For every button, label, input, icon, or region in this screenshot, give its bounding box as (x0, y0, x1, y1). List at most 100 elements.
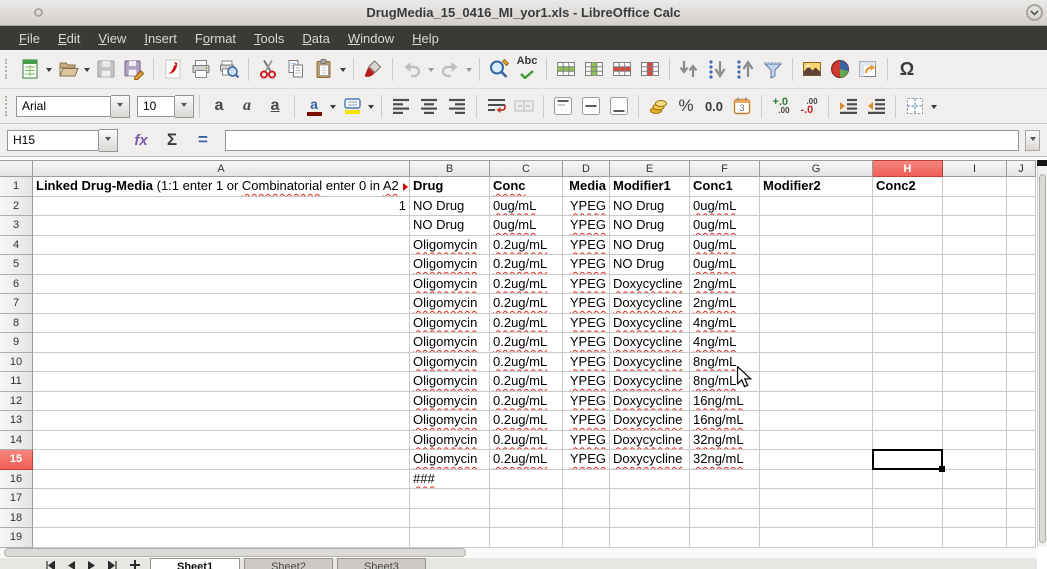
align-left-button[interactable] (387, 91, 415, 121)
cell-J6[interactable] (1007, 275, 1036, 295)
column-header-D[interactable]: D (563, 160, 610, 177)
cell-J5[interactable] (1007, 255, 1036, 275)
cell-F4[interactable]: 0ug/mL (690, 236, 760, 256)
cell-C14[interactable]: 0.2ug/mL (490, 431, 563, 451)
row-header-5[interactable]: 5 (0, 255, 33, 275)
percent-format-button[interactable]: % (672, 91, 700, 121)
tab-sheet1[interactable]: Sheet1 (150, 558, 240, 569)
font-size-input[interactable] (137, 96, 175, 117)
cell-G7[interactable] (760, 294, 873, 314)
next-sheet-button[interactable] (88, 561, 95, 569)
cell-D9[interactable]: YPEG (563, 333, 610, 353)
save-button[interactable] (92, 54, 120, 84)
find-replace-button[interactable] (485, 54, 513, 84)
cell-G2[interactable] (760, 197, 873, 217)
menu-format[interactable]: Format (186, 28, 245, 49)
cell-B2[interactable]: NO Drug (410, 197, 490, 217)
currency-format-button[interactable] (644, 91, 672, 121)
function-wizard-button[interactable]: fx (127, 125, 155, 155)
cell-D11[interactable]: YPEG (563, 372, 610, 392)
clone-formatting-button[interactable] (359, 54, 387, 84)
cell-G12[interactable] (760, 392, 873, 412)
cell-C16[interactable] (490, 470, 563, 490)
align-top-button[interactable] (549, 91, 577, 121)
cell-C13[interactable]: 0.2ug/mL (490, 411, 563, 431)
cell-E8[interactable]: Doxycycline (610, 314, 690, 334)
row-header-11[interactable]: 11 (0, 372, 33, 392)
menu-data[interactable]: Data (293, 28, 338, 49)
cell-G17[interactable] (760, 489, 873, 509)
delete-row-button[interactable] (608, 54, 636, 84)
cell-B3[interactable]: NO Drug (410, 216, 490, 236)
redo-button[interactable] (436, 54, 464, 84)
merge-cells-button[interactable] (510, 91, 538, 121)
cell-H12[interactable] (873, 392, 943, 412)
cell-C8[interactable]: 0.2ug/mL (490, 314, 563, 334)
cell-A17[interactable] (33, 489, 410, 509)
cell-E18[interactable] (610, 509, 690, 529)
cell-A16[interactable] (33, 470, 410, 490)
cell-D13[interactable]: YPEG (563, 411, 610, 431)
highlight-color-button[interactable] (338, 91, 366, 121)
cell-E1[interactable]: Modifier1 (610, 177, 690, 197)
copy-button[interactable] (282, 54, 310, 84)
tab-sheet2[interactable]: Sheet2 (244, 558, 333, 569)
cell-C6[interactable]: 0.2ug/mL (490, 275, 563, 295)
formula-button[interactable]: = (189, 125, 217, 155)
cell-A2[interactable]: 1 (33, 197, 410, 217)
cell-B1[interactable]: Drug (410, 177, 490, 197)
column-header-G[interactable]: G (760, 160, 873, 177)
cell-D12[interactable]: YPEG (563, 392, 610, 412)
cell-G4[interactable] (760, 236, 873, 256)
cell-H17[interactable] (873, 489, 943, 509)
row-header-14[interactable]: 14 (0, 431, 33, 451)
column-header-J[interactable]: J (1007, 160, 1036, 177)
cell-G6[interactable] (760, 275, 873, 295)
cell-B10[interactable]: Oligomycin (410, 353, 490, 373)
cell-D14[interactable]: YPEG (563, 431, 610, 451)
cell-F2[interactable]: 0ug/mL (690, 197, 760, 217)
sum-button[interactable]: Σ (158, 125, 186, 155)
cell-H2[interactable] (873, 197, 943, 217)
cell-F11[interactable]: 8ng/mL (690, 372, 760, 392)
cell-I14[interactable] (943, 431, 1007, 451)
cell-H5[interactable] (873, 255, 943, 275)
cell-G8[interactable] (760, 314, 873, 334)
borders-dropdown[interactable] (929, 91, 939, 121)
cell-E6[interactable]: Doxycycline (610, 275, 690, 295)
cell-A4[interactable] (33, 236, 410, 256)
column-header-A[interactable]: A (33, 160, 410, 177)
name-box-dropdown[interactable] (99, 129, 118, 152)
cell-C19[interactable] (490, 528, 563, 548)
insert-chart-button[interactable] (826, 54, 854, 84)
export-pdf-button[interactable] (159, 54, 187, 84)
new-document-button[interactable] (16, 54, 44, 84)
decrease-indent-button[interactable] (862, 91, 890, 121)
new-dropdown-arrow[interactable] (44, 54, 54, 84)
cell-J12[interactable] (1007, 392, 1036, 412)
row-header-13[interactable]: 13 (0, 411, 33, 431)
cell-D2[interactable]: YPEG (563, 197, 610, 217)
cell-E16[interactable] (610, 470, 690, 490)
print-button[interactable] (187, 54, 215, 84)
row-header-6[interactable]: 6 (0, 275, 33, 295)
cell-J18[interactable] (1007, 509, 1036, 529)
cell-D5[interactable]: YPEG (563, 255, 610, 275)
row-header-4[interactable]: 4 (0, 236, 33, 256)
autofilter-button[interactable] (759, 54, 787, 84)
column-header-B[interactable]: B (410, 160, 490, 177)
sort-descending-button[interactable] (703, 54, 731, 84)
font-size-dropdown[interactable] (175, 95, 194, 118)
delete-decimal-button[interactable]: .00-.0 (795, 91, 823, 121)
cell-C7[interactable]: 0.2ug/mL (490, 294, 563, 314)
vertical-scrollbar[interactable] (1037, 166, 1047, 547)
align-bottom-button[interactable] (605, 91, 633, 121)
cell-I12[interactable] (943, 392, 1007, 412)
column-header-C[interactable]: C (490, 160, 563, 177)
cell-I6[interactable] (943, 275, 1007, 295)
cell-H1[interactable]: Conc2 (873, 177, 943, 197)
menu-view[interactable]: View (89, 28, 135, 49)
cell-B17[interactable] (410, 489, 490, 509)
redo-dropdown-arrow[interactable] (464, 54, 474, 84)
cell-G1[interactable]: Modifier2 (760, 177, 873, 197)
